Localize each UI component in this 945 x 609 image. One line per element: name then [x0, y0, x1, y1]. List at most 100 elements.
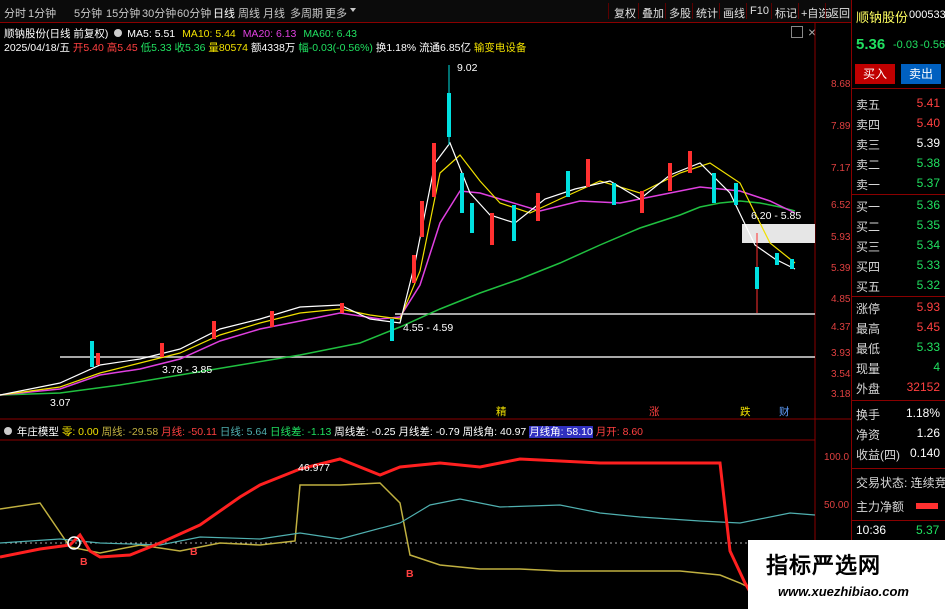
stat-eps: 收益(四) 0.140: [856, 446, 940, 462]
stats-button[interactable]: 统计: [696, 5, 718, 21]
sell-button[interactable]: 卖出: [901, 64, 941, 84]
net-flow-bar: [916, 503, 938, 509]
mark-zhang: 涨: [649, 406, 660, 418]
ma10-line: [0, 154, 796, 396]
period-daily[interactable]: 日线: [213, 5, 235, 21]
ind-weekly-angle: 周线角: 40.97: [462, 426, 527, 438]
peak-label: 9.02: [457, 62, 478, 74]
net-flow-label: 主力净额: [856, 500, 905, 514]
price-tick: 5.39: [831, 263, 851, 274]
ind-monthly-angle: 月线角: 58.10: [529, 426, 593, 438]
range-label-1: 3.78 - 3.85: [162, 364, 213, 376]
period-15min[interactable]: 15分钟: [106, 5, 140, 21]
range-label-3: 6.20 - 5.85: [751, 210, 802, 222]
ind-tick: 50.00: [824, 500, 850, 511]
watermark-title: 指标严选网: [766, 553, 882, 578]
stat-last-volume: 现量 4: [856, 360, 940, 376]
indicator-name: 年庄模型: [16, 426, 59, 438]
period-1min[interactable]: 1分钟: [28, 5, 56, 21]
current-price: 5.36: [856, 36, 886, 53]
price-tick: 8.68: [831, 79, 851, 90]
stat-outer-volume: 外盘 32152: [856, 380, 940, 396]
bid-level-5: 买五 5.32: [856, 278, 940, 294]
period-fenshi[interactable]: 分时: [4, 5, 26, 21]
bid-level-4: 买四 5.33: [856, 258, 940, 274]
period-60min[interactable]: 60分钟: [177, 5, 211, 21]
ask-level-3: 卖三 5.39: [856, 136, 940, 152]
ind-weekly-diff: 周线差: -0.25: [334, 426, 396, 438]
trade-status: 交易状态: 连续竞: [856, 476, 945, 490]
ind-daily: 日线: 5.64: [219, 426, 268, 438]
chart-canvas: [0, 23, 851, 609]
price-tick: 3.18: [831, 389, 851, 400]
low-label: 3.07: [50, 397, 71, 409]
price-tick: 7.89: [831, 121, 851, 132]
mark-cai: 财: [779, 406, 790, 418]
ind-weekly: 周线: -29.58: [101, 426, 159, 438]
monthly-line: [0, 457, 762, 609]
period-multi[interactable]: 多周期: [290, 5, 323, 21]
indicator-settings-icon[interactable]: [4, 427, 12, 435]
stat-high: 最高 5.45: [856, 320, 940, 336]
stock-code: 000533: [909, 9, 945, 21]
price-change-pct: -0.56%: [920, 39, 945, 51]
b-signal-1: B: [80, 556, 88, 568]
watermark-url: www.xuezhibiao.com: [778, 584, 909, 599]
period-30min[interactable]: 30分钟: [142, 5, 176, 21]
ma60-line: [0, 200, 796, 396]
stat-turnover: 换手 1.18%: [856, 406, 940, 422]
buy-button[interactable]: 买入: [855, 64, 895, 84]
stock-name: 顺钠股份: [856, 10, 909, 25]
back-button[interactable]: 返回: [828, 5, 850, 21]
period-toolbar: 分时 1分钟 5分钟 15分钟 30分钟 60分钟 日线 周线 月线 多周期 更…: [0, 0, 851, 23]
bid-level-1: 买一 5.36: [856, 198, 940, 214]
mark-jing: 精: [496, 406, 507, 418]
quote-panel: 顺钠股份 000533 5.36 -0.03 -0.56% 买入 卖出 卖五5.…: [851, 0, 945, 609]
ask-level-2: 卖二 5.38: [856, 156, 940, 172]
ask-level-5: 卖五 5.41: [856, 96, 940, 112]
ind-monthly-diff: 月线差: -0.79: [398, 426, 460, 438]
multi-stock-button[interactable]: 多股: [669, 5, 691, 21]
ask-level-1: 卖一 5.37: [856, 176, 940, 192]
ind-month-open: 月开: 8.60: [595, 426, 644, 438]
price-tick: 4.85: [831, 294, 851, 305]
stat-net-assets: 净资 1.26: [856, 426, 940, 442]
draw-line-button[interactable]: 画线: [723, 5, 745, 21]
mark-die: 跌: [740, 406, 751, 418]
b-signal-3: B: [406, 568, 414, 580]
stat-limit-up: 涨停 5.93: [856, 300, 940, 316]
ind-zero: 零: 0.00: [61, 426, 99, 438]
tick-time: 10:36: [856, 523, 887, 537]
period-more[interactable]: 更多: [325, 5, 347, 21]
range-label-2: 4.55 - 4.59: [403, 322, 454, 334]
ask-level-4: 卖四 5.40: [856, 116, 940, 132]
period-monthly[interactable]: 月线: [263, 5, 285, 21]
price-tick: 4.37: [831, 322, 851, 333]
price-change: -0.03: [893, 39, 919, 51]
stat-low: 最低 5.33: [856, 340, 940, 356]
price-tick: 6.52: [831, 200, 851, 211]
indicator-peak-label: 46.977: [298, 462, 331, 474]
price-tick: 5.93: [831, 232, 851, 243]
bid-level-2: 买二 5.35: [856, 218, 940, 234]
ind-daily-diff: 日线差: -1.13: [270, 426, 332, 438]
overlay-button[interactable]: 叠加: [642, 5, 664, 21]
ma20-line: [0, 186, 796, 396]
ind-tick: 100.0: [824, 452, 850, 463]
period-weekly[interactable]: 周线: [238, 5, 260, 21]
price-tick: 7.17: [831, 163, 851, 174]
adjust-button[interactable]: 复权: [614, 5, 636, 21]
b-signal-2: B: [190, 546, 198, 558]
weekly-line: [0, 482, 761, 594]
tick-price: 5.37: [916, 523, 940, 537]
mark-button[interactable]: 标记: [775, 5, 797, 21]
watermark: 指标严选网 www.xuezhibiao.com: [748, 540, 945, 609]
price-tick: 3.54: [831, 369, 851, 380]
chevron-down-icon[interactable]: [350, 8, 356, 12]
indicator-header: 年庄模型 零: 0.00 周线: -29.58 月线: -50.11 日线: 5…: [4, 424, 643, 439]
bid-level-3: 买三 5.34: [856, 238, 940, 254]
period-5min[interactable]: 5分钟: [74, 5, 102, 21]
price-tick: 3.93: [831, 348, 851, 359]
f10-button[interactable]: F10: [750, 5, 769, 17]
ind-monthly: 月线: -50.11: [161, 426, 217, 438]
